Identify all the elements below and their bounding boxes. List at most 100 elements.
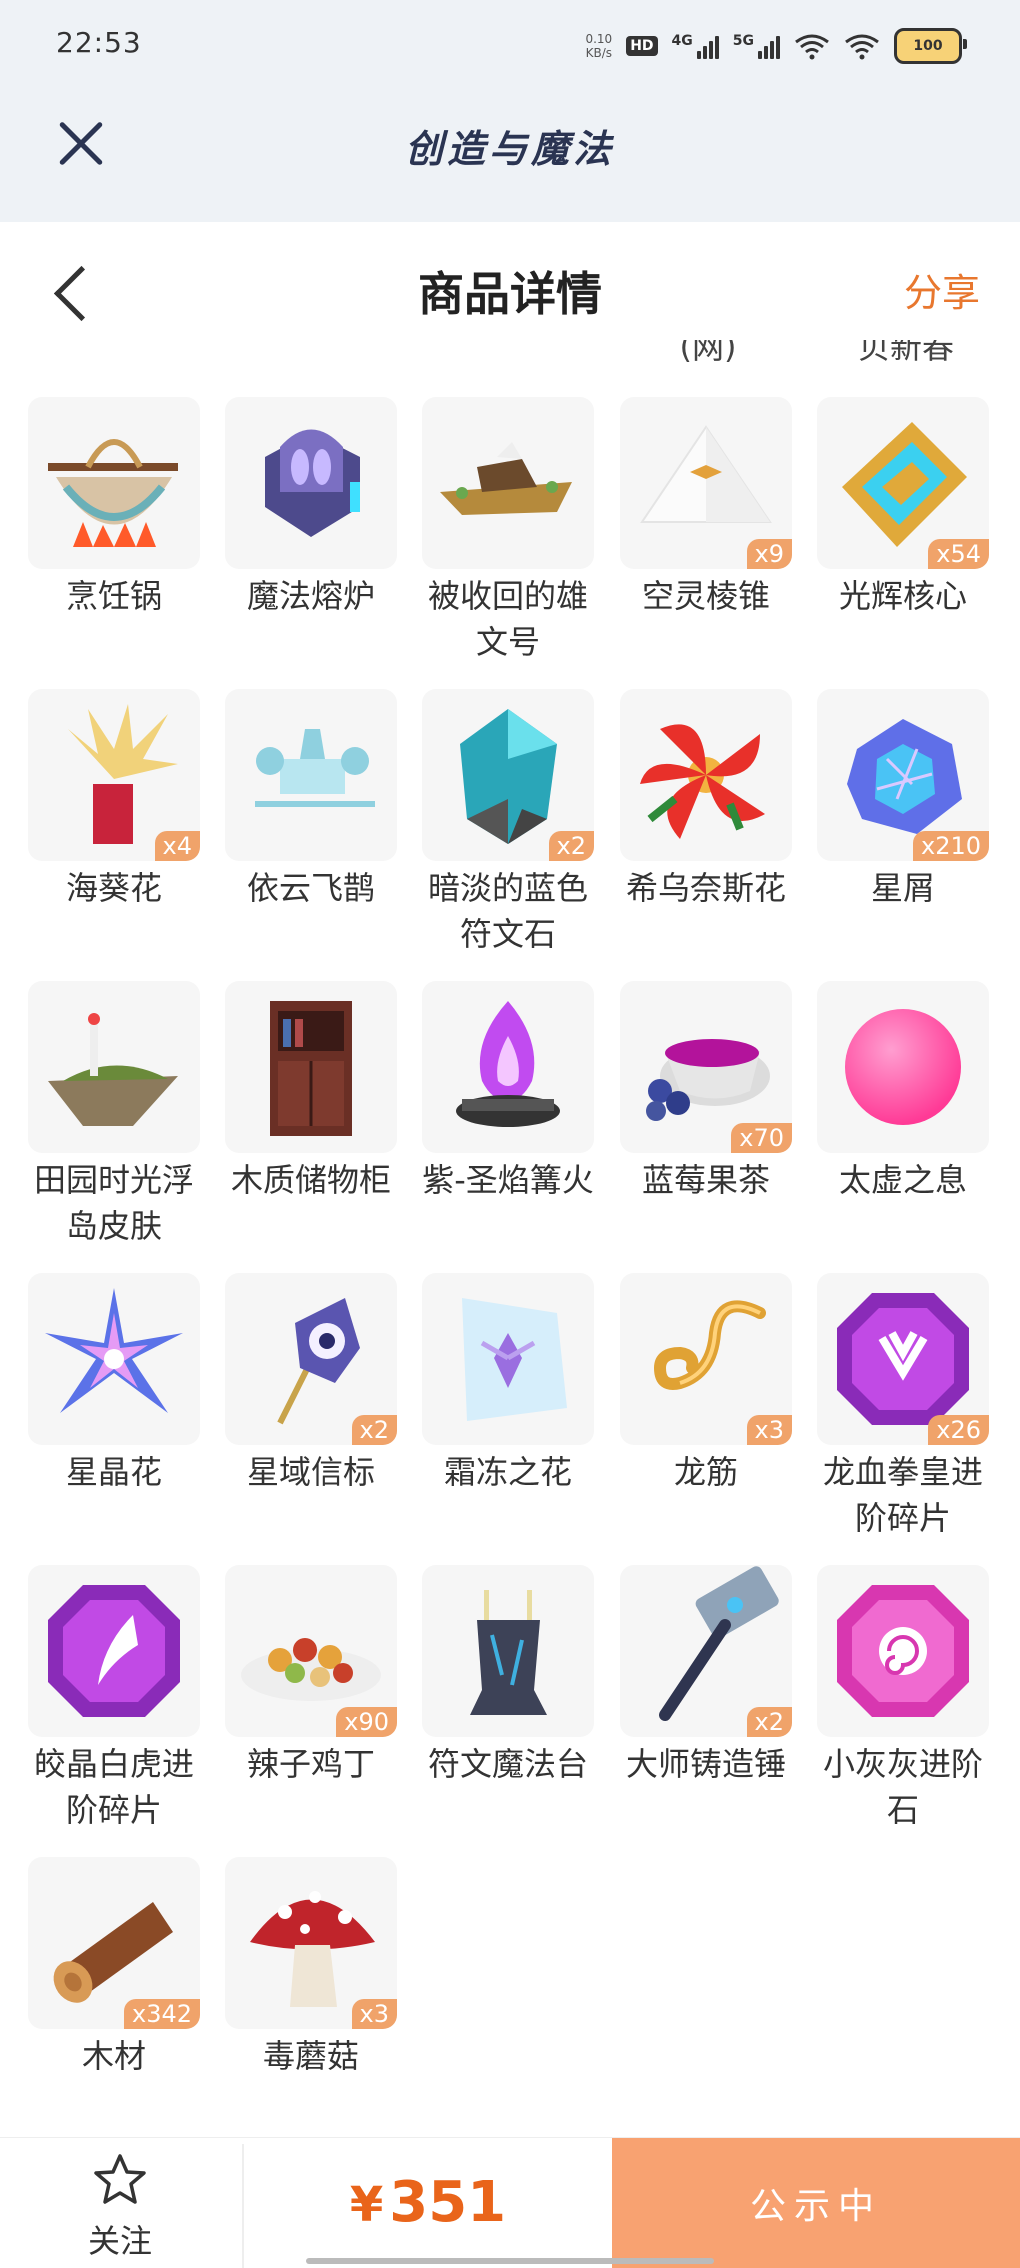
item-name: 龙血拳皇进阶碎片	[822, 1453, 983, 1537]
net-speed-value: 0.10	[585, 32, 613, 46]
grid-item[interactable]: x26 龙血拳皇进阶碎片	[817, 1273, 989, 1541]
currency-symbol: ¥	[349, 2177, 384, 2233]
item-name: 霜冻之花	[443, 1453, 572, 1491]
item-name: 辣子鸡丁	[246, 1745, 375, 1783]
item-name: 星域信标	[246, 1453, 375, 1491]
pink-orb-icon	[845, 1009, 961, 1125]
item-thumbnail: x54	[817, 397, 989, 569]
grid-item[interactable]: 田园时光浮岛皮肤	[28, 981, 200, 1249]
grid-item[interactable]: x70 蓝莓果茶	[620, 981, 792, 1203]
item-thumbnail: x26	[817, 1273, 989, 1445]
signal-4g-icon: 4G	[672, 33, 719, 59]
grid-item[interactable]: 魔法熔炉	[225, 397, 397, 619]
item-name: 紫-圣焰篝火	[422, 1161, 594, 1199]
item-thumbnail	[28, 981, 200, 1153]
magic-furnace-icon	[265, 429, 360, 537]
net-speed-unit: KB/s	[585, 46, 613, 60]
item-name: 依云飞鹊	[246, 869, 375, 907]
item-thumbnail: x210	[817, 689, 989, 861]
grid-item[interactable]: 紫-圣焰篝火	[422, 981, 594, 1203]
grid-item[interactable]: 皎晶白虎进阶碎片	[28, 1565, 200, 1833]
item-name: 木材	[81, 2037, 146, 2075]
item-thumbnail	[225, 689, 397, 861]
share-link[interactable]: 分享	[904, 262, 980, 317]
grid-item[interactable]: 太虚之息	[817, 981, 989, 1203]
grid-item[interactable]: 霜冻之花	[422, 1273, 594, 1495]
item-name: 蓝莓果茶	[641, 1161, 770, 1199]
hd-voice-icon: HD	[626, 36, 658, 56]
item-name: 龙筋	[673, 1453, 738, 1491]
item-thumbnail: x90	[225, 1565, 397, 1737]
home-indicator[interactable]	[306, 2258, 714, 2264]
item-thumbnail	[620, 689, 792, 861]
grid-item[interactable]: x2 大师铸造锤	[620, 1565, 792, 1787]
item-thumbnail	[28, 1565, 200, 1737]
grid-item[interactable]: 小灰灰进阶石	[817, 1565, 989, 1833]
item-name: 魔法熔炉	[246, 577, 375, 615]
grid-item[interactable]: 木质储物柜	[225, 981, 397, 1203]
count-badge: x210	[912, 831, 989, 861]
status-button[interactable]: 公示中	[612, 2138, 1020, 2268]
item-name: 星屑	[870, 869, 935, 907]
item-name: 毒蘑菇	[262, 2037, 359, 2075]
cut-off-label: (网)	[679, 340, 737, 366]
cut-off-label: 贝新春	[857, 340, 954, 366]
item-thumbnail: x70	[620, 981, 792, 1153]
bottom-bar: 关注 ¥351 公示中	[0, 2137, 1020, 2268]
count-badge: x9	[746, 539, 792, 569]
page-title: 商品详情	[418, 267, 602, 321]
item-thumbnail: x2	[620, 1565, 792, 1737]
item-name: 大师铸造锤	[625, 1745, 786, 1783]
grid-item[interactable]: x3 龙筋	[620, 1273, 792, 1495]
item-thumbnail: x342	[28, 1857, 200, 2029]
item-name: 田园时光浮岛皮肤	[33, 1161, 194, 1245]
grid-item[interactable]: 被收回的雄文号	[422, 397, 594, 665]
grid-item[interactable]: x90 辣子鸡丁	[225, 1565, 397, 1787]
item-thumbnail	[817, 981, 989, 1153]
grid-item[interactable]: 依云飞鹊	[225, 689, 397, 911]
grid-item[interactable]: x9 空灵棱锥	[620, 397, 792, 619]
item-thumbnail: x2	[422, 689, 594, 861]
item-name: 海葵花	[65, 869, 162, 907]
battery-icon: 100	[894, 28, 967, 64]
item-name: 木质储物柜	[230, 1161, 391, 1199]
item-thumbnail	[225, 981, 397, 1153]
rune-altar-icon	[470, 1590, 547, 1715]
grid-item[interactable]: x3 毒蘑菇	[225, 1857, 397, 2079]
item-thumbnail	[422, 981, 594, 1153]
follow-button[interactable]: 关注	[0, 2138, 240, 2268]
item-thumbnail	[28, 397, 200, 569]
item-name: 星晶花	[65, 1453, 162, 1491]
count-badge: x2	[548, 831, 594, 861]
item-name: 烹饪锅	[65, 577, 162, 615]
count-badge: x342	[123, 1999, 200, 2029]
grid-item[interactable]: x4 海葵花	[28, 689, 200, 911]
item-name: 空灵棱锥	[641, 577, 770, 615]
signal-5g-label: 5G	[732, 33, 754, 49]
item-thumbnail	[28, 1273, 200, 1445]
item-thumbnail	[817, 1565, 989, 1737]
purple-gem-claw-icon	[48, 1585, 180, 1717]
app-top-zone: 22:53 0.10 KB/s HD 4G 5G 100 创造与魔法	[0, 0, 1020, 222]
grid-item[interactable]: 符文魔法台	[422, 1565, 594, 1787]
app-title: 创造与魔法	[404, 126, 615, 171]
grid-item[interactable]: 希乌奈斯花	[620, 689, 792, 911]
item-grid: (网) 贝新春 烹饪锅 魔法熔炉 被收回的雄文号 x9 空灵棱锥 x54 光辉核心 x4 海葵花…	[0, 340, 1020, 2140]
count-badge: x2	[746, 1707, 792, 1737]
grid-item[interactable]: x54 光辉核心	[817, 397, 989, 619]
signal-4g-label: 4G	[671, 33, 693, 49]
pink-gem-swirl-icon	[837, 1585, 969, 1717]
grid-item[interactable]: x210 星屑	[817, 689, 989, 911]
purple-bonfire-icon	[456, 1001, 560, 1127]
item-thumbnail	[422, 397, 594, 569]
grid-item[interactable]: 烹饪锅	[28, 397, 200, 619]
item-name: 小灰灰进阶石	[822, 1745, 983, 1829]
grid-item[interactable]: x2 暗淡的蓝色符文石	[422, 689, 594, 957]
item-thumbnail: x3	[225, 1857, 397, 2029]
wifi-plus-icon	[795, 34, 829, 60]
grid-item[interactable]: x342 木材	[28, 1857, 200, 2079]
grid-item[interactable]: x2 星域信标	[225, 1273, 397, 1495]
wooden-cabinet-icon	[270, 1001, 352, 1136]
grid-item[interactable]: 星晶花	[28, 1273, 200, 1495]
status-time: 22:53	[56, 26, 142, 59]
